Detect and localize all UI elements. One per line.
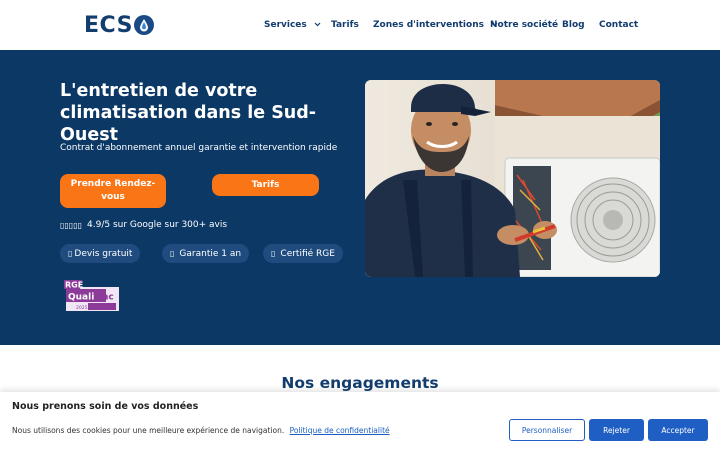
rating-text: 4.9/5 sur Google sur 300+ avis <box>87 220 228 230</box>
reject-cookies-button[interactable]: Rejeter <box>589 419 644 441</box>
site-header: ECS Services Tarifs Zones d'intervention… <box>0 0 720 50</box>
google-rating: ▯▯▯▯▯ 4.9/5 sur Google sur 300+ avis <box>60 220 227 230</box>
cookie-banner: Nous prenons soin de vos données Nous ut… <box>0 392 720 450</box>
cookie-text-row: Nous utilisons des cookies pour une meil… <box>12 426 390 435</box>
nav-societe-wrap: Notre société <box>490 0 558 50</box>
nav-tarifs[interactable]: Tarifs <box>331 20 359 30</box>
badge-icon: ▯ <box>68 249 73 258</box>
hero-subtitle: Contrat d'abonnement annuel garantie et … <box>60 143 338 153</box>
customize-cookies-button[interactable]: Personnaliser <box>509 419 585 441</box>
badge-icon: ▯ <box>271 249 276 258</box>
hero-section: L'entretien de votre climatisation dans … <box>0 50 720 345</box>
qualipac-rge-logo: RGE Quali Pac 2025 <box>62 278 120 313</box>
accept-cookies-button[interactable]: Accepter <box>648 419 708 441</box>
book-appointment-button[interactable]: Prendre Rendez-vous <box>60 174 166 208</box>
nav-services-label: Services <box>264 20 307 30</box>
main-nav: Services <box>264 0 321 50</box>
badge-label: Garantie 1 an <box>179 248 242 259</box>
cookie-title: Nous prenons soin de vos données <box>12 401 199 412</box>
year-text: 2025 <box>76 305 88 311</box>
nav-blog[interactable]: Blog <box>562 20 585 30</box>
badge-devis-gratuit: ▯ Devis gratuit <box>60 244 141 263</box>
ecso-logo[interactable]: ECS <box>84 12 154 38</box>
nav-zones-label: Zones d'interventions <box>373 20 484 30</box>
nav-services[interactable]: Services <box>264 20 321 30</box>
cookie-text: Nous utilisons des cookies pour une meil… <box>12 426 285 435</box>
nav-contact[interactable]: Contact <box>599 20 638 30</box>
nav-contact-wrap: Contact <box>599 0 638 50</box>
nav-tarifs-wrap: Tarifs <box>331 0 359 50</box>
nav-blog-wrap: Blog <box>562 0 585 50</box>
engagements-heading: Nos engagements <box>281 374 439 392</box>
badge-label: Devis gratuit <box>74 248 133 259</box>
quali-text: Quali <box>68 293 94 303</box>
badge-icon: ▯ <box>170 249 175 258</box>
rge-text: RGE <box>65 281 83 290</box>
badge-certifie-rge: ▯ Certifié RGE <box>263 244 343 263</box>
logo-text: ECS <box>84 12 133 38</box>
nav-notre-societe[interactable]: Notre société <box>490 20 558 30</box>
pac-text: Pac <box>96 293 114 303</box>
hero-title: L'entretien de votre climatisation dans … <box>60 81 317 145</box>
chevron-down-icon <box>314 20 321 30</box>
nav-zones-wrap: Zones d'interventions <box>373 0 498 50</box>
badge-garantie: ▯ Garantie 1 an <box>162 244 250 263</box>
rating-stars: ▯▯▯▯▯ <box>60 220 83 230</box>
tarifs-button[interactable]: Tarifs <box>212 174 319 196</box>
nav-zones[interactable]: Zones d'interventions <box>373 20 498 30</box>
badge-label: Certifié RGE <box>280 248 335 259</box>
technician-photo <box>365 80 660 277</box>
logo-drop-icon <box>133 15 154 35</box>
privacy-policy-link[interactable]: Politique de confidentialité <box>290 426 390 435</box>
